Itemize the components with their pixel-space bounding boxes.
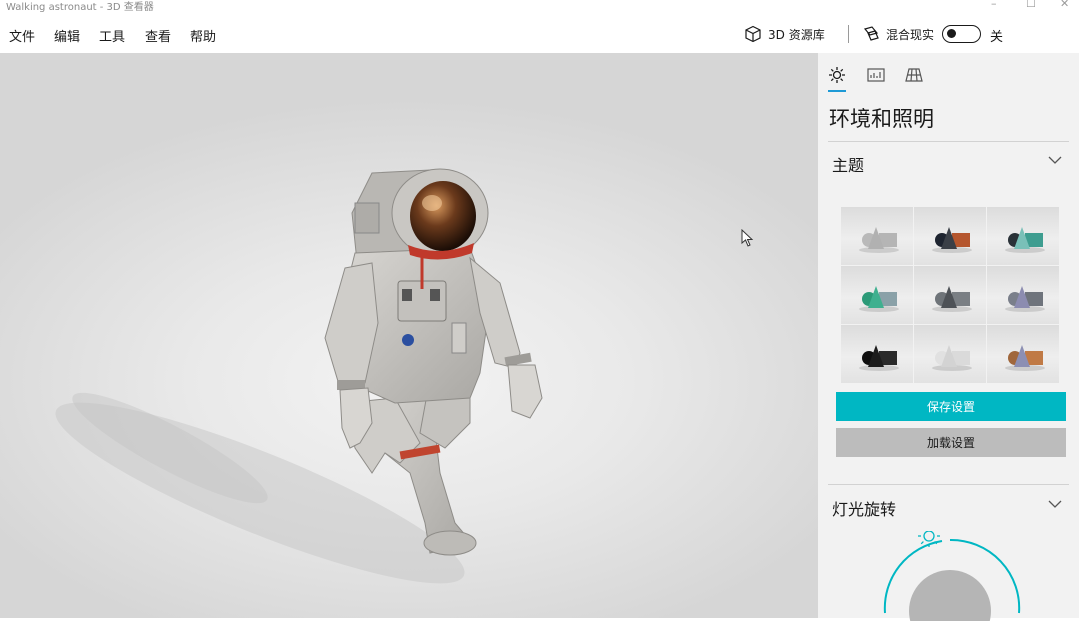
sun-icon — [829, 67, 845, 83]
divider — [828, 141, 1069, 142]
menu-help[interactable]: 帮助 — [190, 26, 216, 45]
active-tab-indicator — [828, 90, 846, 92]
mixed-reality-button[interactable]: 混合现实 — [862, 23, 934, 45]
cube-icon — [745, 25, 761, 43]
window-title: Walking astronaut - 3D 查看器 — [6, 2, 154, 13]
menu-bar: 文件 编辑 工具 查看 帮助 3D 资源库 混合现实 关 — [0, 14, 1079, 53]
toolbar-divider — [848, 25, 849, 43]
theme-option-green[interactable] — [841, 266, 913, 324]
mixed-reality-label: 混合现实 — [886, 27, 935, 42]
load-settings-button[interactable]: 加载设置 — [836, 428, 1066, 457]
tab-stats-shading[interactable] — [866, 65, 888, 85]
mixed-reality-icon — [863, 26, 879, 41]
close-button[interactable]: ✕ — [1060, 0, 1069, 10]
theme-preview-icon — [859, 286, 899, 312]
theme-option-neutral-gray[interactable] — [841, 207, 913, 265]
theme-preview-icon — [932, 345, 972, 371]
theme-option-teal-dark[interactable] — [987, 207, 1059, 265]
theme-option-black[interactable] — [841, 325, 913, 383]
maximize-button[interactable]: ☐ — [1026, 0, 1036, 10]
minimize-button[interactable]: – — [991, 0, 997, 10]
menu-edit[interactable]: 编辑 — [54, 26, 80, 45]
theme-grid — [841, 207, 1059, 383]
theme-preview-icon — [859, 345, 899, 371]
theme-option-slate[interactable] — [914, 266, 986, 324]
theme-section-label: 主题 — [832, 156, 865, 175]
3d-library-button[interactable]: 3D 资源库 — [744, 23, 825, 45]
theme-preview-icon — [932, 227, 972, 253]
light-rotation-dial[interactable] — [878, 531, 1028, 621]
theme-option-dark-warm[interactable] — [914, 207, 986, 265]
theme-preview-icon — [1005, 227, 1045, 253]
menu-file[interactable]: 文件 — [9, 26, 35, 45]
title-bar: Walking astronaut - 3D 查看器 – ☐ ✕ — [0, 0, 1079, 14]
divider — [828, 484, 1069, 485]
theme-option-copper[interactable] — [987, 325, 1059, 383]
3d-viewport[interactable] — [0, 53, 818, 618]
mouse-cursor-icon — [741, 229, 754, 247]
grid-icon — [905, 68, 923, 82]
settings-panel: 环境和照明 主题 保存设置 加载设置 灯光旋转 — [818, 53, 1079, 621]
theme-option-white[interactable] — [914, 325, 986, 383]
tab-grid[interactable] — [904, 65, 926, 85]
toggle-state-label: 关 — [990, 30, 1004, 45]
light-rotation-section-header[interactable]: 灯光旋转 — [818, 491, 1079, 521]
chevron-down-icon — [1048, 500, 1062, 508]
panel-title: 环境和照明 — [829, 107, 934, 131]
theme-preview-icon — [932, 286, 972, 312]
light-sun-icon — [918, 531, 940, 547]
toggle-knob — [947, 29, 956, 38]
tab-environment-lighting[interactable] — [827, 65, 849, 85]
menu-tools[interactable]: 工具 — [99, 26, 125, 45]
astronaut-model — [55, 168, 543, 584]
stats-icon — [867, 68, 885, 82]
chevron-down-icon — [1048, 156, 1062, 164]
theme-option-lavender[interactable] — [987, 266, 1059, 324]
theme-section-header[interactable]: 主题 — [818, 147, 1079, 177]
theme-preview-icon — [1005, 286, 1045, 312]
light-rotation-label: 灯光旋转 — [832, 500, 897, 519]
mixed-reality-toggle[interactable] — [942, 25, 981, 43]
save-settings-button[interactable]: 保存设置 — [836, 392, 1066, 421]
menu-view[interactable]: 查看 — [145, 26, 171, 45]
theme-preview-icon — [859, 227, 899, 253]
3d-library-label: 3D 资源库 — [768, 27, 825, 42]
theme-preview-icon — [1005, 345, 1045, 371]
